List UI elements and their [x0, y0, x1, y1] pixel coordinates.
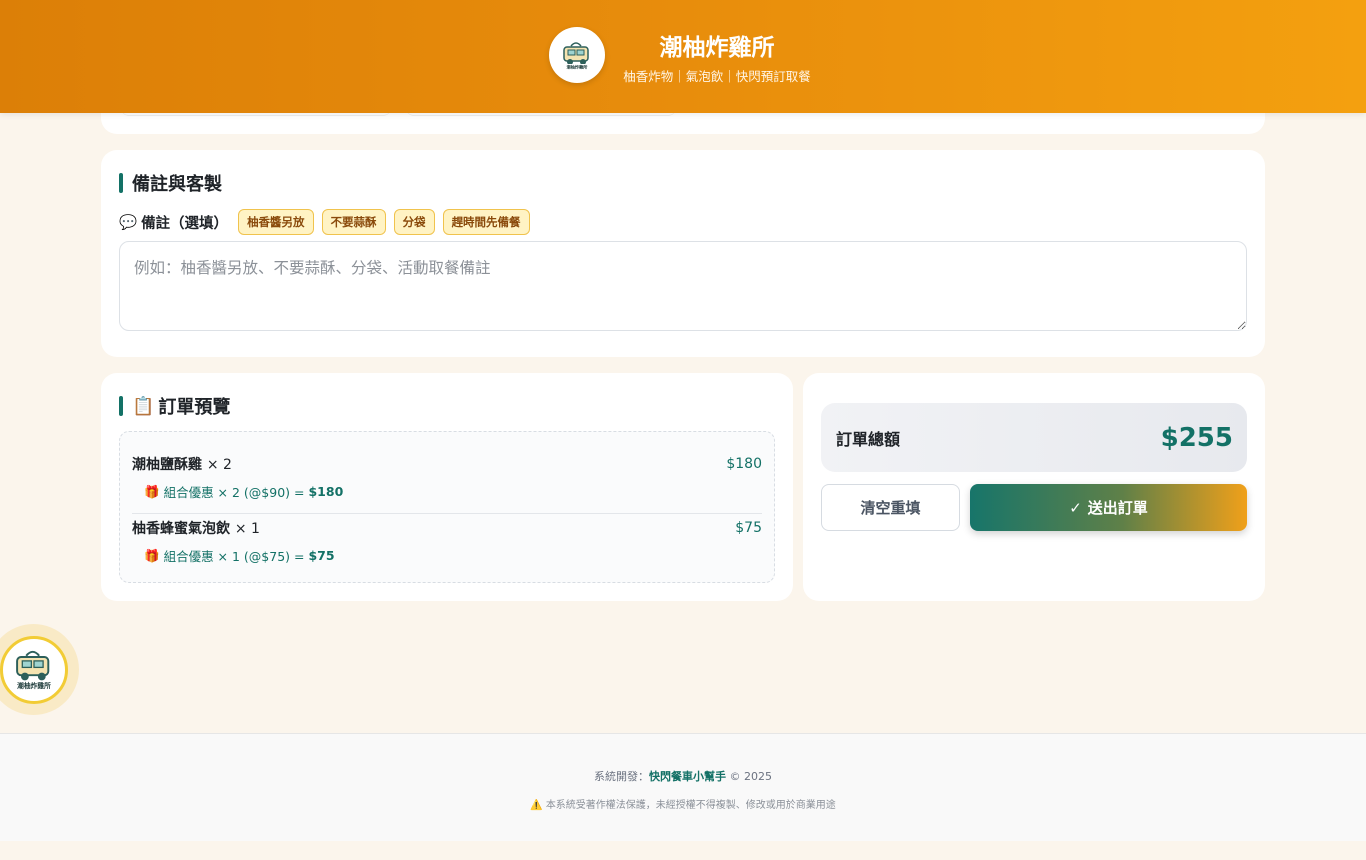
order-items-list: 潮柚鹽酥雞 × 2 $180 🎁 組合優惠 × 2 (@$90) = $180 … [119, 431, 775, 583]
list-item: 柚香蜂蜜氣泡飲 × 1 $75 🎁 組合優惠 × 1 (@$75) = $75 [132, 518, 762, 565]
section-accent-bar [119, 173, 123, 193]
svg-text:潮柚炸雞所: 潮柚炸雞所 [17, 681, 51, 690]
notes-label-row: 💬 備註（選填） 柚香醬另放 不要蒜酥 分袋 趕時間先備餐 [119, 209, 538, 235]
preview-section-title: 📋 訂單預覽 [119, 393, 230, 419]
note-chip-sauce-separate[interactable]: 柚香醬另放 [238, 209, 314, 235]
food-truck-icon: 潮柚炸雞所 [562, 42, 592, 71]
list-item: 潮柚鹽酥雞 × 2 $180 🎁 組合優惠 × 2 (@$90) = $180 [132, 454, 762, 514]
clear-button[interactable]: 清空重填 [821, 484, 960, 531]
notes-card: 備註與客製 💬 備註（選填） 柚香醬另放 不要蒜酥 分袋 趕時間先備餐 [101, 150, 1265, 357]
item-promo: 🎁 組合優惠 × 2 (@$90) = $180 [144, 483, 344, 501]
floating-logo-button[interactable]: 潮柚炸雞所 [0, 624, 79, 715]
section-accent-bar [119, 396, 123, 416]
notes-label: 💬 備註（選填） [119, 214, 229, 232]
svg-text:潮柚炸雞所: 潮柚炸雞所 [567, 64, 589, 71]
footer-credits: 系統開發：快閃餐車小幫手 © 2025 [594, 770, 772, 783]
brand-subtitle: 柚香炸物｜氣泡飲｜快閃預訂取餐 [623, 69, 811, 84]
item-price: $75 [735, 520, 762, 536]
developer-link[interactable]: 快閃餐車小幫手 [649, 770, 726, 783]
order-total-card: 訂單總額 $255 清空重填 ✓ 送出訂單 [803, 373, 1265, 601]
footer-copyright-warning: ⚠️ 本系統受著作權法保護，未經授權不得複製、修改或用於商業用途 [530, 800, 836, 811]
order-preview-card: 📋 訂單預覽 潮柚鹽酥雞 × 2 $180 🎁 組合優惠 × 2 (@$90) … [101, 373, 793, 601]
brand-logo: 潮柚炸雞所 [549, 27, 605, 83]
gift-icon: 🎁 [144, 547, 160, 563]
note-chip-separate-bags[interactable]: 分袋 [393, 209, 435, 235]
page-footer: 系統開發：快閃餐車小幫手 © 2025 ⚠️ 本系統受著作權法保護，未經授權不得… [0, 733, 1366, 841]
item-name: 柚香蜂蜜氣泡飲 × 1 [132, 521, 260, 537]
item-price: $180 [726, 456, 762, 472]
total-amount: $255 [1160, 422, 1233, 453]
check-icon: ✓ [1069, 498, 1082, 517]
brand-title: 潮柚炸雞所 [659, 35, 775, 61]
note-chip-no-garlic[interactable]: 不要蒜酥 [321, 209, 386, 235]
item-name: 潮柚鹽酥雞 × 2 [132, 457, 232, 473]
item-promo: 🎁 組合優惠 × 1 (@$75) = $75 [144, 547, 335, 565]
submit-order-button[interactable]: ✓ 送出訂單 [970, 484, 1247, 531]
warning-icon: ⚠️ [530, 800, 543, 811]
speech-bubble-icon: 💬 [119, 214, 138, 231]
app-header: 潮柚炸雞所 潮柚炸雞所 柚香炸物｜氣泡飲｜快閃預訂取餐 [0, 0, 1366, 113]
floating-logo: 潮柚炸雞所 [0, 635, 68, 704]
notes-section-title: 備註與客製 [119, 170, 222, 196]
clipboard-icon: 📋 [132, 395, 155, 417]
note-chip-rush-prep[interactable]: 趕時間先備餐 [442, 209, 530, 235]
total-label: 訂單總額 [836, 429, 901, 449]
food-truck-icon: 潮柚炸雞所 [15, 650, 51, 690]
total-summary: 訂單總額 $255 [821, 403, 1247, 472]
notes-textarea[interactable] [119, 241, 1247, 331]
gift-icon: 🎁 [144, 483, 160, 499]
